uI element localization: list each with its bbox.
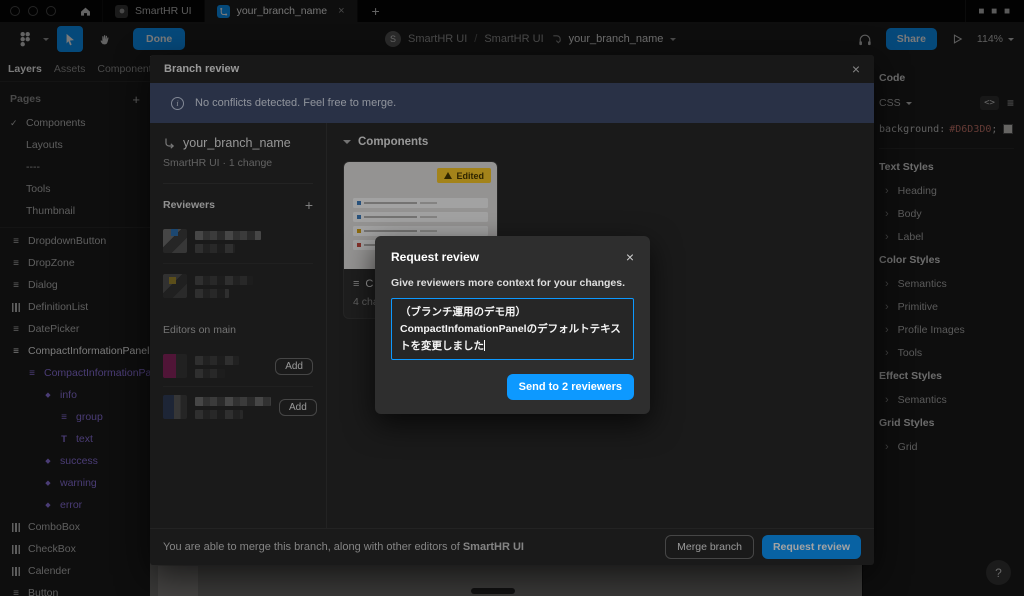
dialog-close-icon[interactable]: × [626,250,634,264]
dialog-title: Request review [391,250,626,264]
send-to-reviewers-button[interactable]: Send to 2 reviewers [507,374,634,400]
dialog-actions: Send to 2 reviewers [391,374,634,400]
dialog-header: Request review × [391,250,634,264]
request-review-dialog: Request review × Give reviewers more con… [375,236,650,414]
figma-app-window: SmartHR UI your_branch_name × + ■ ■ ■ Do… [0,0,1024,596]
dialog-description: Give reviewers more context for your cha… [391,277,634,289]
comment-text: （ブランチ運用のデモ用）CompactInfomationPanelのデフォルト… [400,306,621,352]
review-comment-textarea[interactable]: （ブランチ運用のデモ用）CompactInfomationPanelのデフォルト… [391,298,634,360]
text-cursor [484,340,485,351]
